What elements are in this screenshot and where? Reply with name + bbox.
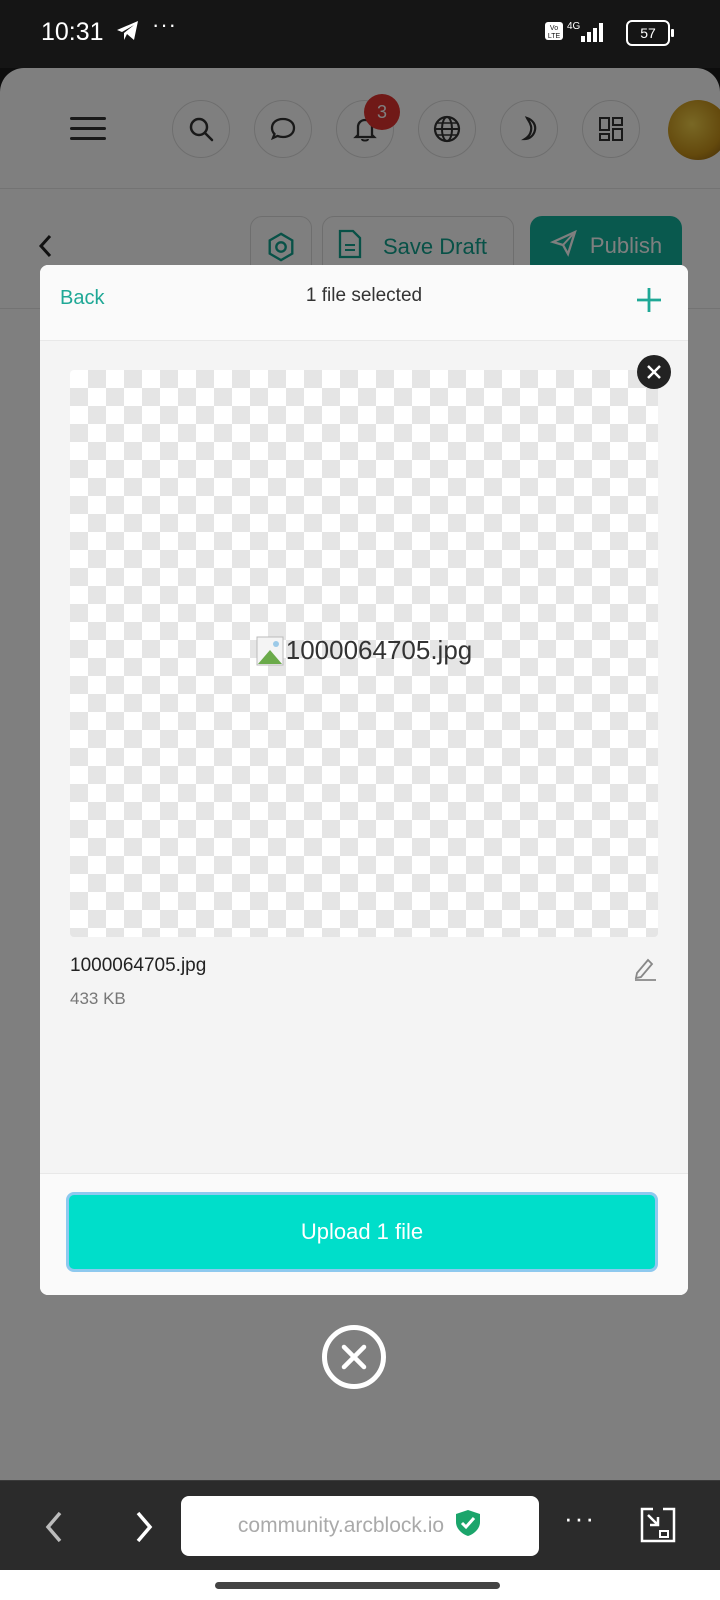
svg-text:Vo: Vo — [550, 25, 558, 32]
file-name: 1000064705.jpg — [70, 955, 207, 976]
browser-back-icon[interactable] — [40, 1509, 68, 1550]
url-text: community.arcblock.io — [237, 1514, 445, 1537]
broken-image-icon — [256, 636, 284, 666]
plus-icon[interactable] — [634, 285, 664, 320]
image-preview: 1000064705.jpg — [70, 370, 658, 937]
gesture-area — [0, 1570, 720, 1600]
tabs-icon[interactable] — [638, 1505, 678, 1550]
preview-filename: 1000064705.jpg — [285, 635, 473, 665]
svg-text:LTE: LTE — [548, 33, 561, 40]
upload-button[interactable]: Upload 1 file — [66, 1192, 658, 1272]
modal-title: 1 file selected — [305, 285, 423, 306]
shield-check-icon — [454, 1508, 482, 1544]
browser-forward-icon[interactable] — [130, 1509, 158, 1550]
status-more: ··· — [152, 12, 177, 37]
browser-menu-button[interactable]: ··· — [564, 1503, 596, 1534]
status-time: 10:31 — [41, 18, 104, 46]
telegram-icon — [116, 20, 140, 47]
signal-icon: Vo LTE 4G — [545, 20, 615, 49]
preview-alt-text: 1000064705.jpg — [70, 635, 658, 666]
modal-header: Back 1 file selected — [40, 265, 688, 341]
file-upload-modal: Back 1 file selected 1000064705.jpg 1000… — [40, 265, 688, 1295]
close-modal-button[interactable] — [322, 1325, 386, 1389]
close-icon[interactable] — [637, 355, 671, 389]
svg-text:4G: 4G — [567, 21, 581, 32]
edit-icon[interactable] — [632, 955, 658, 986]
address-bar[interactable]: community.arcblock.io — [181, 1496, 539, 1556]
home-indicator[interactable] — [215, 1582, 500, 1589]
file-size: 433 KB — [70, 989, 126, 1008]
modal-footer: Upload 1 file — [40, 1173, 688, 1295]
battery-icon: 57 — [626, 20, 674, 46]
status-bar: 10:31 ··· Vo LTE 4G 57 — [0, 0, 720, 68]
browser-toolbar: community.arcblock.io ··· — [0, 1480, 720, 1571]
